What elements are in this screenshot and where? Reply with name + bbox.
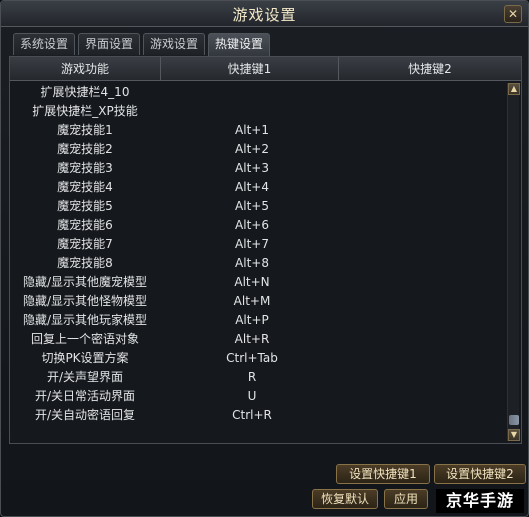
table-row[interactable]: 切换PK设置方案 Ctrl+Tab [10, 349, 510, 368]
function-cell: 魔宠技能6 [57, 218, 113, 232]
title-bar[interactable]: 游戏设置 ✕ [1, 1, 528, 27]
function-cell: 回复上一个密语对象 [30, 332, 139, 346]
hotkey1-cell[interactable]: Alt+5 [160, 197, 344, 216]
hotkey1-cell[interactable]: Alt+3 [160, 159, 344, 178]
scroll-thumb[interactable] [509, 415, 519, 425]
column-header-function: 游戏功能 [60, 62, 109, 76]
table-row[interactable]: 魔宠技能2 Alt+2 [10, 140, 510, 159]
scroll-down-icon[interactable]: ▼ [508, 429, 520, 441]
hotkey1-cell[interactable]: Ctrl+R [160, 406, 344, 425]
apply-button[interactable]: 应用 [384, 489, 428, 509]
function-cell: 开/关日常活动界面 [34, 389, 136, 403]
hotkey-rows: 扩展快捷栏4_10 扩展快捷栏_XP技能 魔宠技能1 Alt+1 魔宠技能2 Alt… [10, 83, 510, 425]
function-cell: 切换PK设置方案 [41, 351, 129, 365]
hotkey1-cell[interactable]: Alt+4 [160, 178, 344, 197]
table-row[interactable]: 魔宠技能8 Alt+8 [10, 254, 510, 273]
table-row[interactable]: 魔宠技能1 Alt+1 [10, 121, 510, 140]
function-cell: 魔宠技能4 [57, 180, 113, 194]
table-header: 游戏功能 快捷键1 快捷键2 [10, 57, 521, 81]
table-row[interactable]: 魔宠技能6 Alt+6 [10, 216, 510, 235]
function-cell: 开/关声望界面 [46, 370, 124, 384]
settings-window: 游戏设置 ✕ 系统设置 界面设置 游戏设置 热键设置 游戏功能 快捷键1 快捷键… [0, 0, 529, 517]
function-cell: 隐藏/显示其他魔宠模型 [22, 275, 148, 289]
function-cell: 魔宠技能7 [57, 237, 113, 251]
function-cell: 魔宠技能1 [57, 123, 113, 137]
hotkey1-cell[interactable]: Ctrl+Tab [160, 349, 344, 368]
function-cell: 魔宠技能5 [57, 199, 113, 213]
table-row[interactable]: 回复上一个密语对象 Alt+R [10, 330, 510, 349]
table-row[interactable]: 隐藏/显示其他怪物模型 Alt+M [10, 292, 510, 311]
vertical-scrollbar[interactable]: ▲ ▼ [507, 83, 520, 441]
tab-ui-settings[interactable]: 界面设置 [78, 33, 140, 55]
restore-default-button[interactable]: 恢复默认 [312, 489, 378, 509]
table-row[interactable]: 开/关声望界面 R [10, 368, 510, 387]
column-header-hotkey1: 快捷键1 [160, 57, 338, 81]
hotkey1-cell[interactable]: Alt+7 [160, 235, 344, 254]
hotkey1-cell[interactable]: Alt+R [160, 330, 344, 349]
hotkey-table-panel: 游戏功能 快捷键1 快捷键2 扩展快捷栏4_10 扩展快捷栏_XP技能 魔宠技能… [9, 56, 522, 444]
close-icon[interactable]: ✕ [504, 5, 522, 23]
hotkey1-cell[interactable]: Alt+8 [160, 254, 344, 273]
window-title: 游戏设置 [232, 6, 297, 24]
hotkey1-cell[interactable]: R [160, 368, 344, 387]
table-row[interactable]: 隐藏/显示其他玩家模型 Alt+P [10, 311, 510, 330]
tab-system-settings[interactable]: 系统设置 [13, 33, 75, 55]
hotkey1-cell[interactable]: Alt+P [160, 311, 344, 330]
function-cell: 开/关自动密语回复 [34, 408, 136, 422]
function-cell: 扩展快捷栏_XP技能 [32, 104, 138, 118]
table-row[interactable]: 隐藏/显示其他魔宠模型 Alt+N [10, 273, 510, 292]
hotkey1-cell[interactable]: Alt+M [160, 292, 344, 311]
hotkey1-cell[interactable]: Alt+1 [160, 121, 344, 140]
hotkey1-cell[interactable]: U [160, 387, 344, 406]
tab-hotkey-settings[interactable]: 热键设置 [208, 33, 270, 56]
set-hotkey1-button[interactable]: 设置快捷键1 [336, 464, 430, 484]
table-row[interactable]: 魔宠技能4 Alt+4 [10, 178, 510, 197]
table-row[interactable]: 魔宠技能3 Alt+3 [10, 159, 510, 178]
scroll-up-icon[interactable]: ▲ [508, 83, 520, 95]
table-row[interactable]: 魔宠技能5 Alt+5 [10, 197, 510, 216]
table-row[interactable]: 魔宠技能7 Alt+7 [10, 235, 510, 254]
function-cell: 魔宠技能8 [57, 256, 113, 270]
function-cell: 扩展快捷栏4_10 [40, 85, 130, 99]
hotkey1-cell[interactable]: Alt+N [160, 273, 344, 292]
hotkey1-cell[interactable]: Alt+2 [160, 140, 344, 159]
hotkey1-cell[interactable]: Alt+6 [160, 216, 344, 235]
function-cell: 魔宠技能3 [57, 161, 113, 175]
column-header-hotkey2: 快捷键2 [338, 57, 521, 81]
set-hotkey2-button[interactable]: 设置快捷键2 [434, 464, 526, 484]
table-row[interactable]: 扩展快捷栏4_10 [10, 83, 510, 102]
table-row[interactable]: 开/关自动密语回复 Ctrl+R [10, 406, 510, 425]
table-row[interactable]: 开/关日常活动界面 U [10, 387, 510, 406]
watermark-logo: 京华手游 [436, 489, 524, 513]
function-cell: 隐藏/显示其他怪物模型 [22, 294, 148, 308]
function-cell: 隐藏/显示其他玩家模型 [22, 313, 148, 327]
table-row[interactable]: 扩展快捷栏_XP技能 [10, 102, 510, 121]
function-cell: 魔宠技能2 [57, 142, 113, 156]
tab-game-settings[interactable]: 游戏设置 [143, 33, 205, 55]
